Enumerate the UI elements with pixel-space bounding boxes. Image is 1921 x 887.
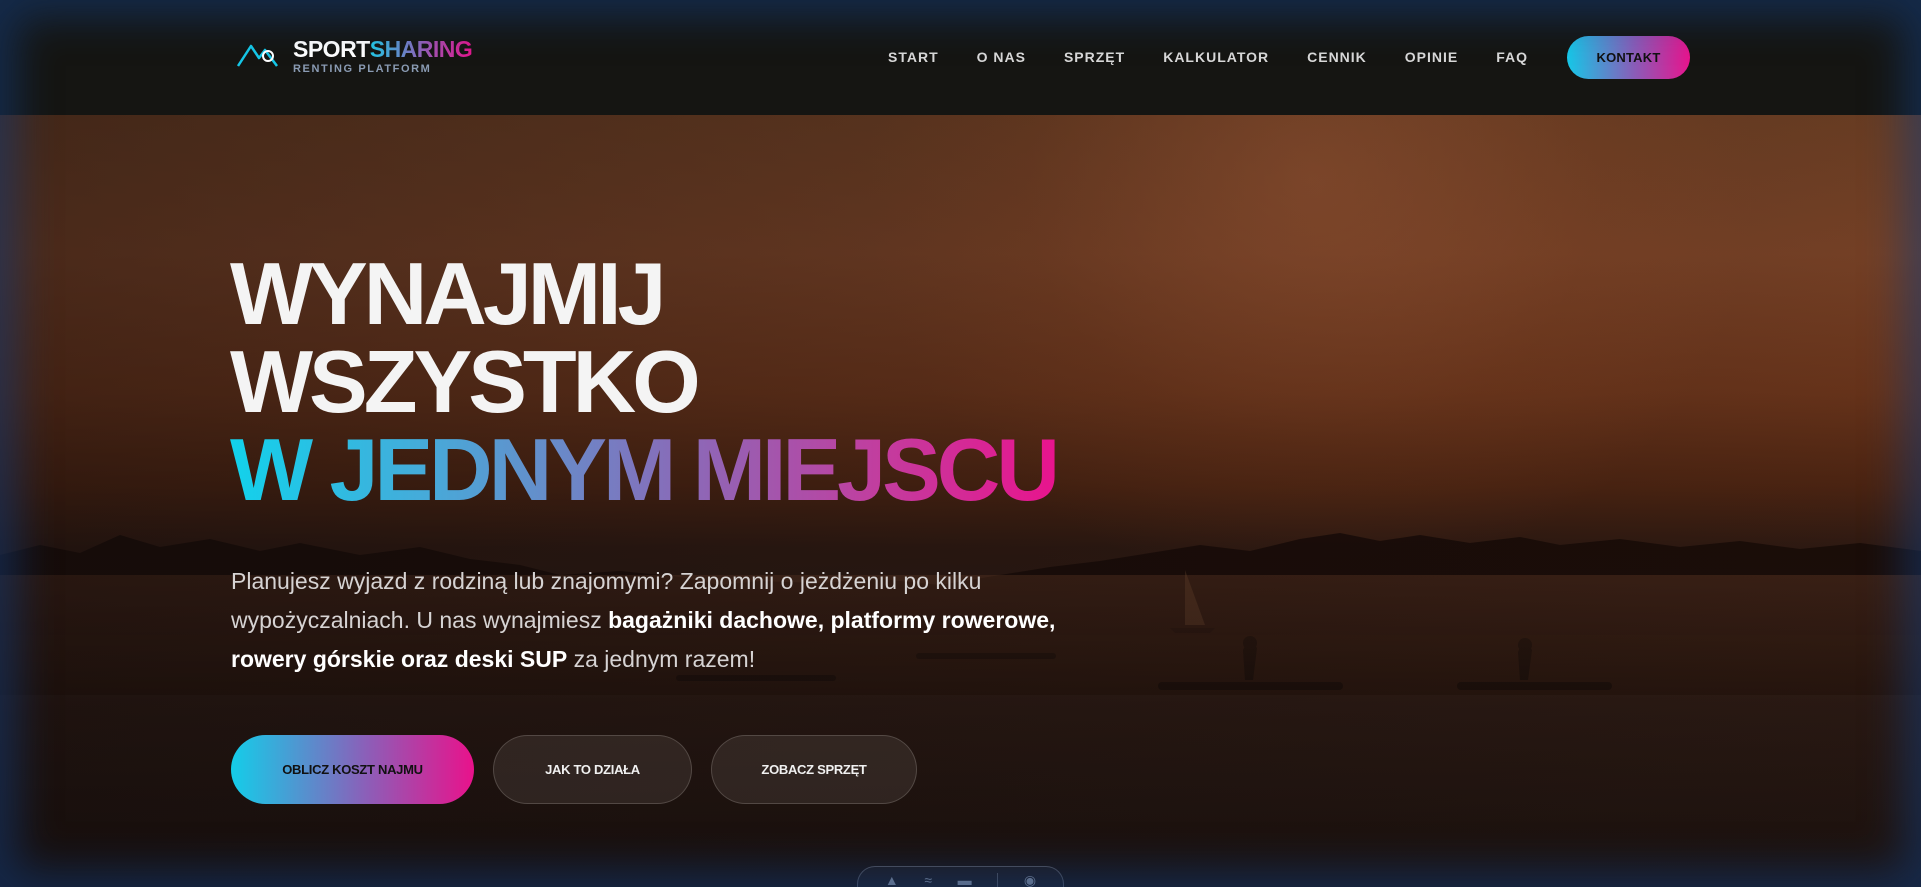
brand-name: SPORTSHARING xyxy=(293,36,473,62)
site-header: SPORTSHARING RENTING PLATFORM START O NA… xyxy=(0,0,1921,115)
nav-item-opinie[interactable]: OPINIE xyxy=(1405,49,1458,65)
brand-tagline: RENTING PLATFORM xyxy=(293,63,432,75)
brand-name-part1: SPORT xyxy=(293,36,370,62)
nav-item-cennik[interactable]: CENNIK xyxy=(1307,49,1367,65)
sup-icon[interactable]: ≈ xyxy=(924,873,932,887)
nav-item-start[interactable]: START xyxy=(888,49,939,65)
tray-divider xyxy=(997,873,999,887)
hero-title-line3: W JEDNYM MIEJSCU xyxy=(230,420,1060,519)
roof-box-icon[interactable]: ▬ xyxy=(958,873,972,887)
calculate-cost-button[interactable]: OBLICZ KOSZT NAJMU xyxy=(231,735,474,804)
hero-lead-text: Planujesz wyjazd z rodziną lub znajomymi… xyxy=(231,562,1081,679)
nav-item-sprzet[interactable]: SPRZĘT xyxy=(1064,49,1125,65)
nav-item-faq[interactable]: FAQ xyxy=(1496,49,1528,65)
brand-logo[interactable]: SPORTSHARING RENTING PLATFORM xyxy=(235,36,473,76)
nav-item-o-nas[interactable]: O NAS xyxy=(977,49,1026,65)
hero-title-line2: WSZYSTKO xyxy=(230,332,701,431)
contact-button[interactable]: KONTAKT xyxy=(1567,36,1690,79)
how-it-works-button[interactable]: JAK TO DZIAŁA xyxy=(493,735,692,804)
bike-rack-icon[interactable]: ▲ xyxy=(885,873,899,887)
mountain-logo-icon xyxy=(236,44,279,75)
hero-title-line1: WYNAJMIJ xyxy=(230,244,666,343)
nav-item-kalkulator[interactable]: KALKULATOR xyxy=(1163,49,1269,65)
page: SPORTSHARING RENTING PLATFORM START O NA… xyxy=(0,0,1921,887)
main-nav: START O NAS SPRZĘT KALKULATOR CENNIK OPI… xyxy=(888,37,1528,77)
hero-lead-part2: za jednym razem! xyxy=(567,646,756,672)
hero-title: WYNAJMIJ WSZYSTKO W JEDNYM MIEJSCU xyxy=(230,244,1060,519)
mountain-bike-icon[interactable]: ◉ xyxy=(1024,873,1036,887)
brand-text: SPORTSHARING RENTING PLATFORM xyxy=(293,36,473,75)
brand-name-part2: SHARING xyxy=(369,36,473,62)
category-icon-tray: ▲ ≈ ▬ ◉ xyxy=(857,866,1064,887)
see-equipment-button[interactable]: ZOBACZ SPRZĘT xyxy=(711,735,917,804)
